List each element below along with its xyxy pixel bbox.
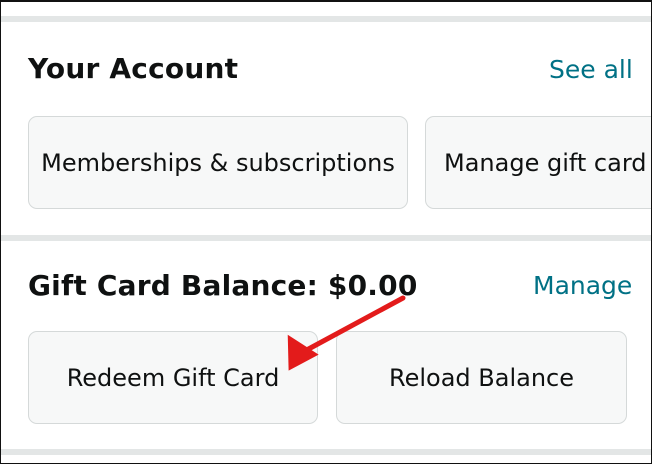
section-divider [1, 235, 651, 241]
manage-link[interactable]: Manage [533, 271, 632, 300]
your-account-heading: Your Account [28, 52, 239, 85]
reload-balance-label: Reload Balance [388, 363, 574, 392]
see-all-link[interactable]: See all [549, 55, 633, 84]
section-divider [1, 16, 651, 22]
redeem-gift-card-button[interactable]: Redeem Gift Card [28, 331, 318, 424]
memberships-subscriptions-label: Memberships & subscriptions [41, 148, 395, 177]
redeem-gift-card-label: Redeem Gift Card [66, 363, 280, 392]
reload-balance-button[interactable]: Reload Balance [336, 331, 627, 424]
manage-gift-card-button[interactable]: Manage gift card balance [425, 116, 651, 209]
screenshot-frame: Your Account See all Memberships & subsc… [0, 0, 652, 464]
memberships-subscriptions-button[interactable]: Memberships & subscriptions [28, 116, 408, 209]
manage-gift-card-label: Manage gift card balance [444, 148, 651, 177]
section-divider [1, 449, 651, 455]
gift-card-balance-heading: Gift Card Balance: $0.00 [28, 269, 418, 302]
